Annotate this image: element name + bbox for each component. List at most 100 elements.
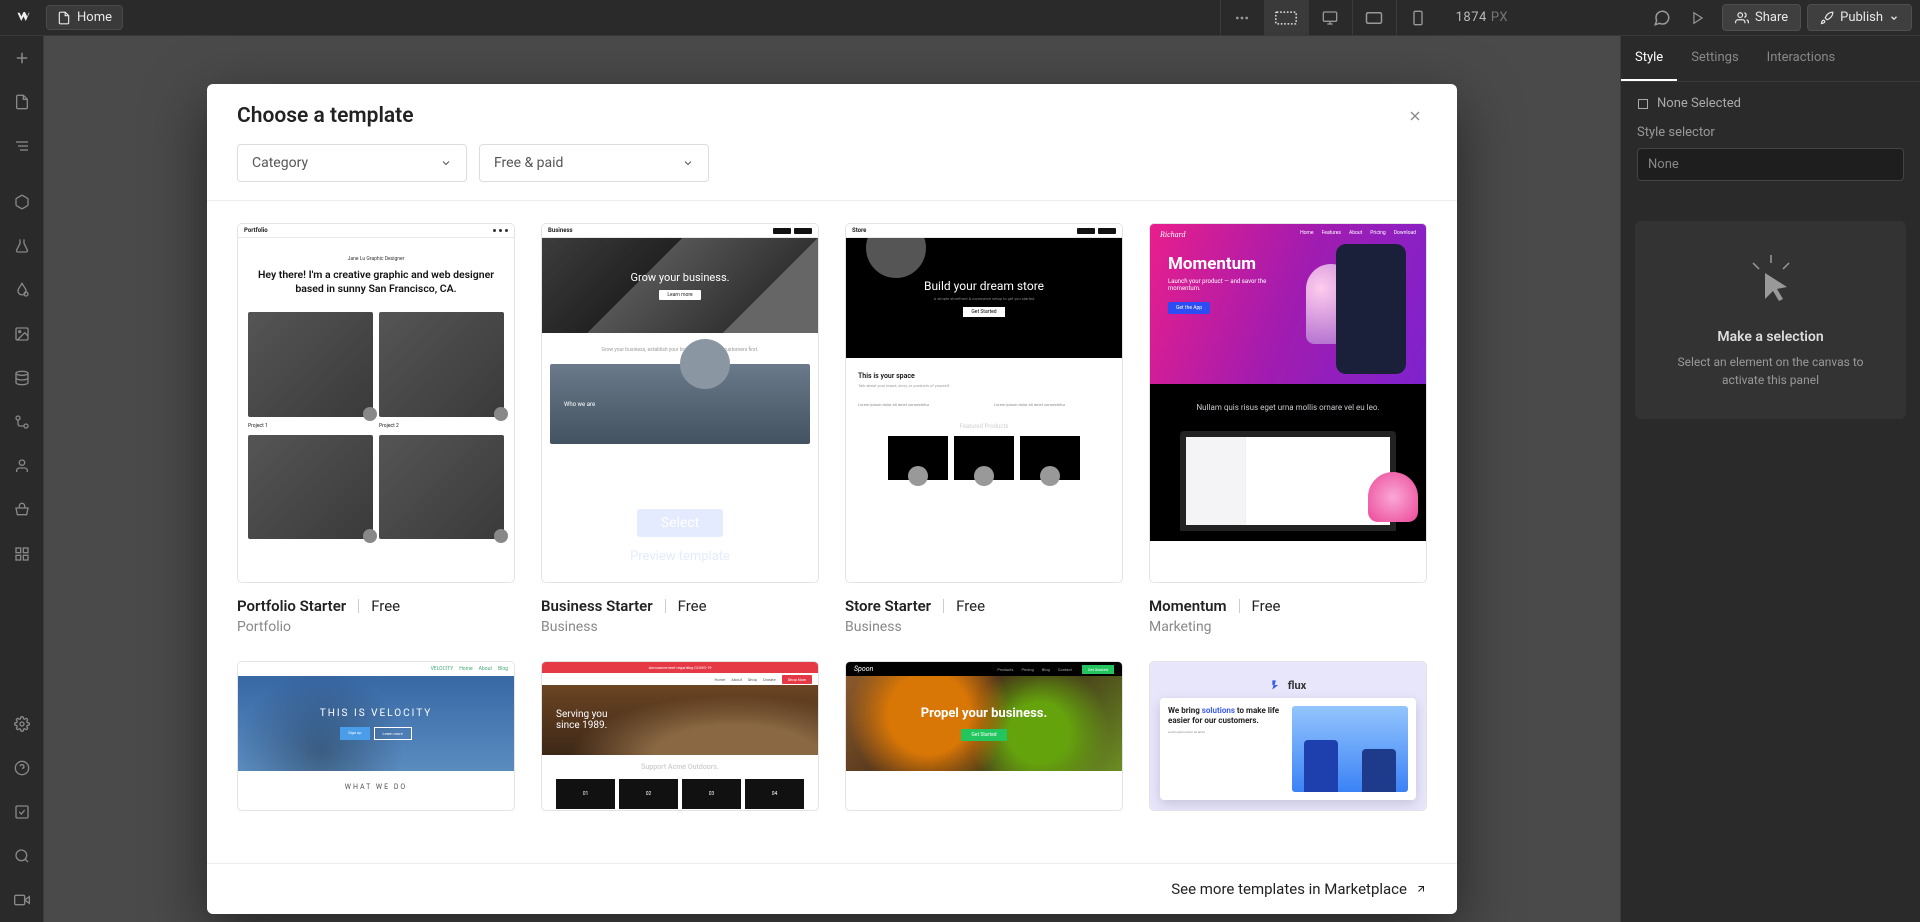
template-card[interactable]: Business Grow your business.Learn more G… (541, 223, 819, 635)
ecommerce-button[interactable] (0, 488, 44, 532)
empty-state: Make a selection Select an element on th… (1635, 221, 1906, 419)
comment-icon (1653, 9, 1671, 27)
template-price: Free (371, 597, 400, 615)
marketplace-link[interactable]: See more templates in Marketplace (1171, 880, 1427, 898)
user-icon (14, 458, 30, 474)
template-name: Portfolio Starter (237, 597, 346, 615)
comments-button[interactable] (1644, 0, 1680, 36)
share-button[interactable]: Share (1722, 4, 1801, 31)
template-card[interactable]: Portfolio Jane Lu Graphic Designer Hey t… (237, 223, 515, 635)
close-icon (1407, 108, 1423, 124)
cms-button[interactable] (0, 356, 44, 400)
tab-interactions[interactable]: Interactions (1753, 36, 1850, 81)
help-button[interactable] (0, 746, 44, 790)
basket-icon (14, 502, 30, 518)
modal-close-button[interactable] (1403, 104, 1427, 128)
device-tablet[interactable] (1352, 0, 1396, 36)
flask-icon (14, 238, 30, 254)
rocket-icon (1820, 11, 1834, 25)
play-icon (1691, 11, 1705, 25)
template-name: Store Starter (845, 597, 931, 615)
square-icon (1637, 98, 1649, 110)
template-card[interactable]: VELOCITYHomeAboutBlog THIS IS VELOCITYSi… (237, 661, 515, 811)
database-icon (14, 370, 30, 386)
add-element-button[interactable] (0, 36, 44, 80)
none-selected-row: None Selected (1621, 82, 1920, 125)
device-desktop[interactable] (1308, 0, 1352, 36)
components-button[interactable] (0, 180, 44, 224)
template-thumbnail: VELOCITYHomeAboutBlog THIS IS VELOCITYSi… (237, 661, 515, 811)
apps-button[interactable] (0, 532, 44, 576)
more-menu[interactable] (1220, 0, 1264, 36)
template-card[interactable]: SpoonProductsPricingBlogContactGet Start… (845, 661, 1123, 811)
chevron-down-icon (682, 157, 694, 169)
video-button[interactable] (0, 878, 44, 922)
settings-button[interactable] (0, 702, 44, 746)
canvas: Choose a template Category Free & paid P… (44, 36, 1620, 922)
users-icon (1735, 11, 1749, 25)
home-button[interactable]: Home (46, 5, 123, 30)
desktop-large-icon (1275, 10, 1297, 26)
image-icon (14, 326, 30, 342)
template-category: Business (845, 619, 1123, 635)
cursor-click-icon (1741, 251, 1801, 311)
navigator-button[interactable] (0, 124, 44, 168)
home-label: Home (77, 10, 112, 25)
check-square-icon (14, 804, 30, 820)
droplet-icon (14, 282, 30, 298)
template-card[interactable]: Announcement regarding COVID-19 HomeAbou… (541, 661, 819, 811)
workflow-icon (14, 414, 30, 430)
pages-button[interactable] (0, 80, 44, 124)
modal-title: Choose a template (237, 104, 414, 128)
template-thumbnail: Business Grow your business.Learn more G… (541, 223, 819, 583)
assets-button[interactable] (0, 312, 44, 356)
users-button[interactable] (0, 444, 44, 488)
styles-button[interactable] (0, 268, 44, 312)
template-thumbnail: flux We bring solutions to make life eas… (1149, 661, 1427, 811)
external-link-icon (1415, 883, 1427, 895)
gear-icon (14, 716, 30, 732)
tab-settings[interactable]: Settings (1677, 36, 1752, 81)
logic-button[interactable] (0, 400, 44, 444)
plus-icon (13, 49, 31, 67)
flux-logo-icon (1270, 678, 1284, 692)
template-card[interactable]: flux We bring solutions to make life eas… (1149, 661, 1427, 811)
template-thumbnail: Store Build your dream storeA simple sto… (845, 223, 1123, 583)
publish-button[interactable]: Publish (1807, 4, 1912, 31)
chevron-down-icon (440, 157, 452, 169)
webflow-logo[interactable] (8, 4, 36, 32)
search-button[interactable] (0, 834, 44, 878)
video-icon (14, 892, 30, 908)
selector-label: Style selector (1621, 125, 1920, 148)
box-icon (14, 194, 30, 210)
device-desktop-large[interactable] (1264, 0, 1308, 36)
dots-icon (1234, 10, 1250, 26)
variables-button[interactable] (0, 224, 44, 268)
select-template-button[interactable]: Select (637, 509, 723, 537)
price-dropdown[interactable]: Free & paid (479, 144, 709, 182)
template-modal: Choose a template Category Free & paid P… (207, 84, 1457, 914)
selector-input[interactable]: None (1637, 148, 1904, 181)
audit-button[interactable] (0, 790, 44, 834)
style-panel: Style Settings Interactions None Selecte… (1620, 36, 1920, 922)
template-thumbnail: SpoonProductsPricingBlogContactGet Start… (845, 661, 1123, 811)
template-name: Business Starter (541, 597, 653, 615)
top-bar: Home 1874PX Share Publish (0, 0, 1920, 36)
template-price: Free (1252, 597, 1281, 615)
template-grid: Portfolio Jane Lu Graphic Designer Hey t… (237, 223, 1427, 811)
category-dropdown[interactable]: Category (237, 144, 467, 182)
desktop-icon (1322, 10, 1338, 26)
canvas-width: 1874PX (1440, 10, 1524, 25)
chevron-down-icon (1889, 13, 1899, 23)
template-price: Free (956, 597, 985, 615)
template-thumbnail: Richard HomeFeaturesAboutPricingDownload… (1149, 223, 1427, 583)
template-card[interactable]: Store Build your dream storeA simple sto… (845, 223, 1123, 635)
tablet-icon (1365, 11, 1383, 25)
mobile-icon (1412, 10, 1424, 26)
file-icon (14, 94, 30, 110)
device-mobile[interactable] (1396, 0, 1440, 36)
template-card[interactable]: Richard HomeFeaturesAboutPricingDownload… (1149, 223, 1427, 635)
preview-template-link[interactable]: Preview template (630, 549, 730, 564)
preview-button[interactable] (1680, 0, 1716, 36)
tab-style[interactable]: Style (1621, 36, 1677, 81)
